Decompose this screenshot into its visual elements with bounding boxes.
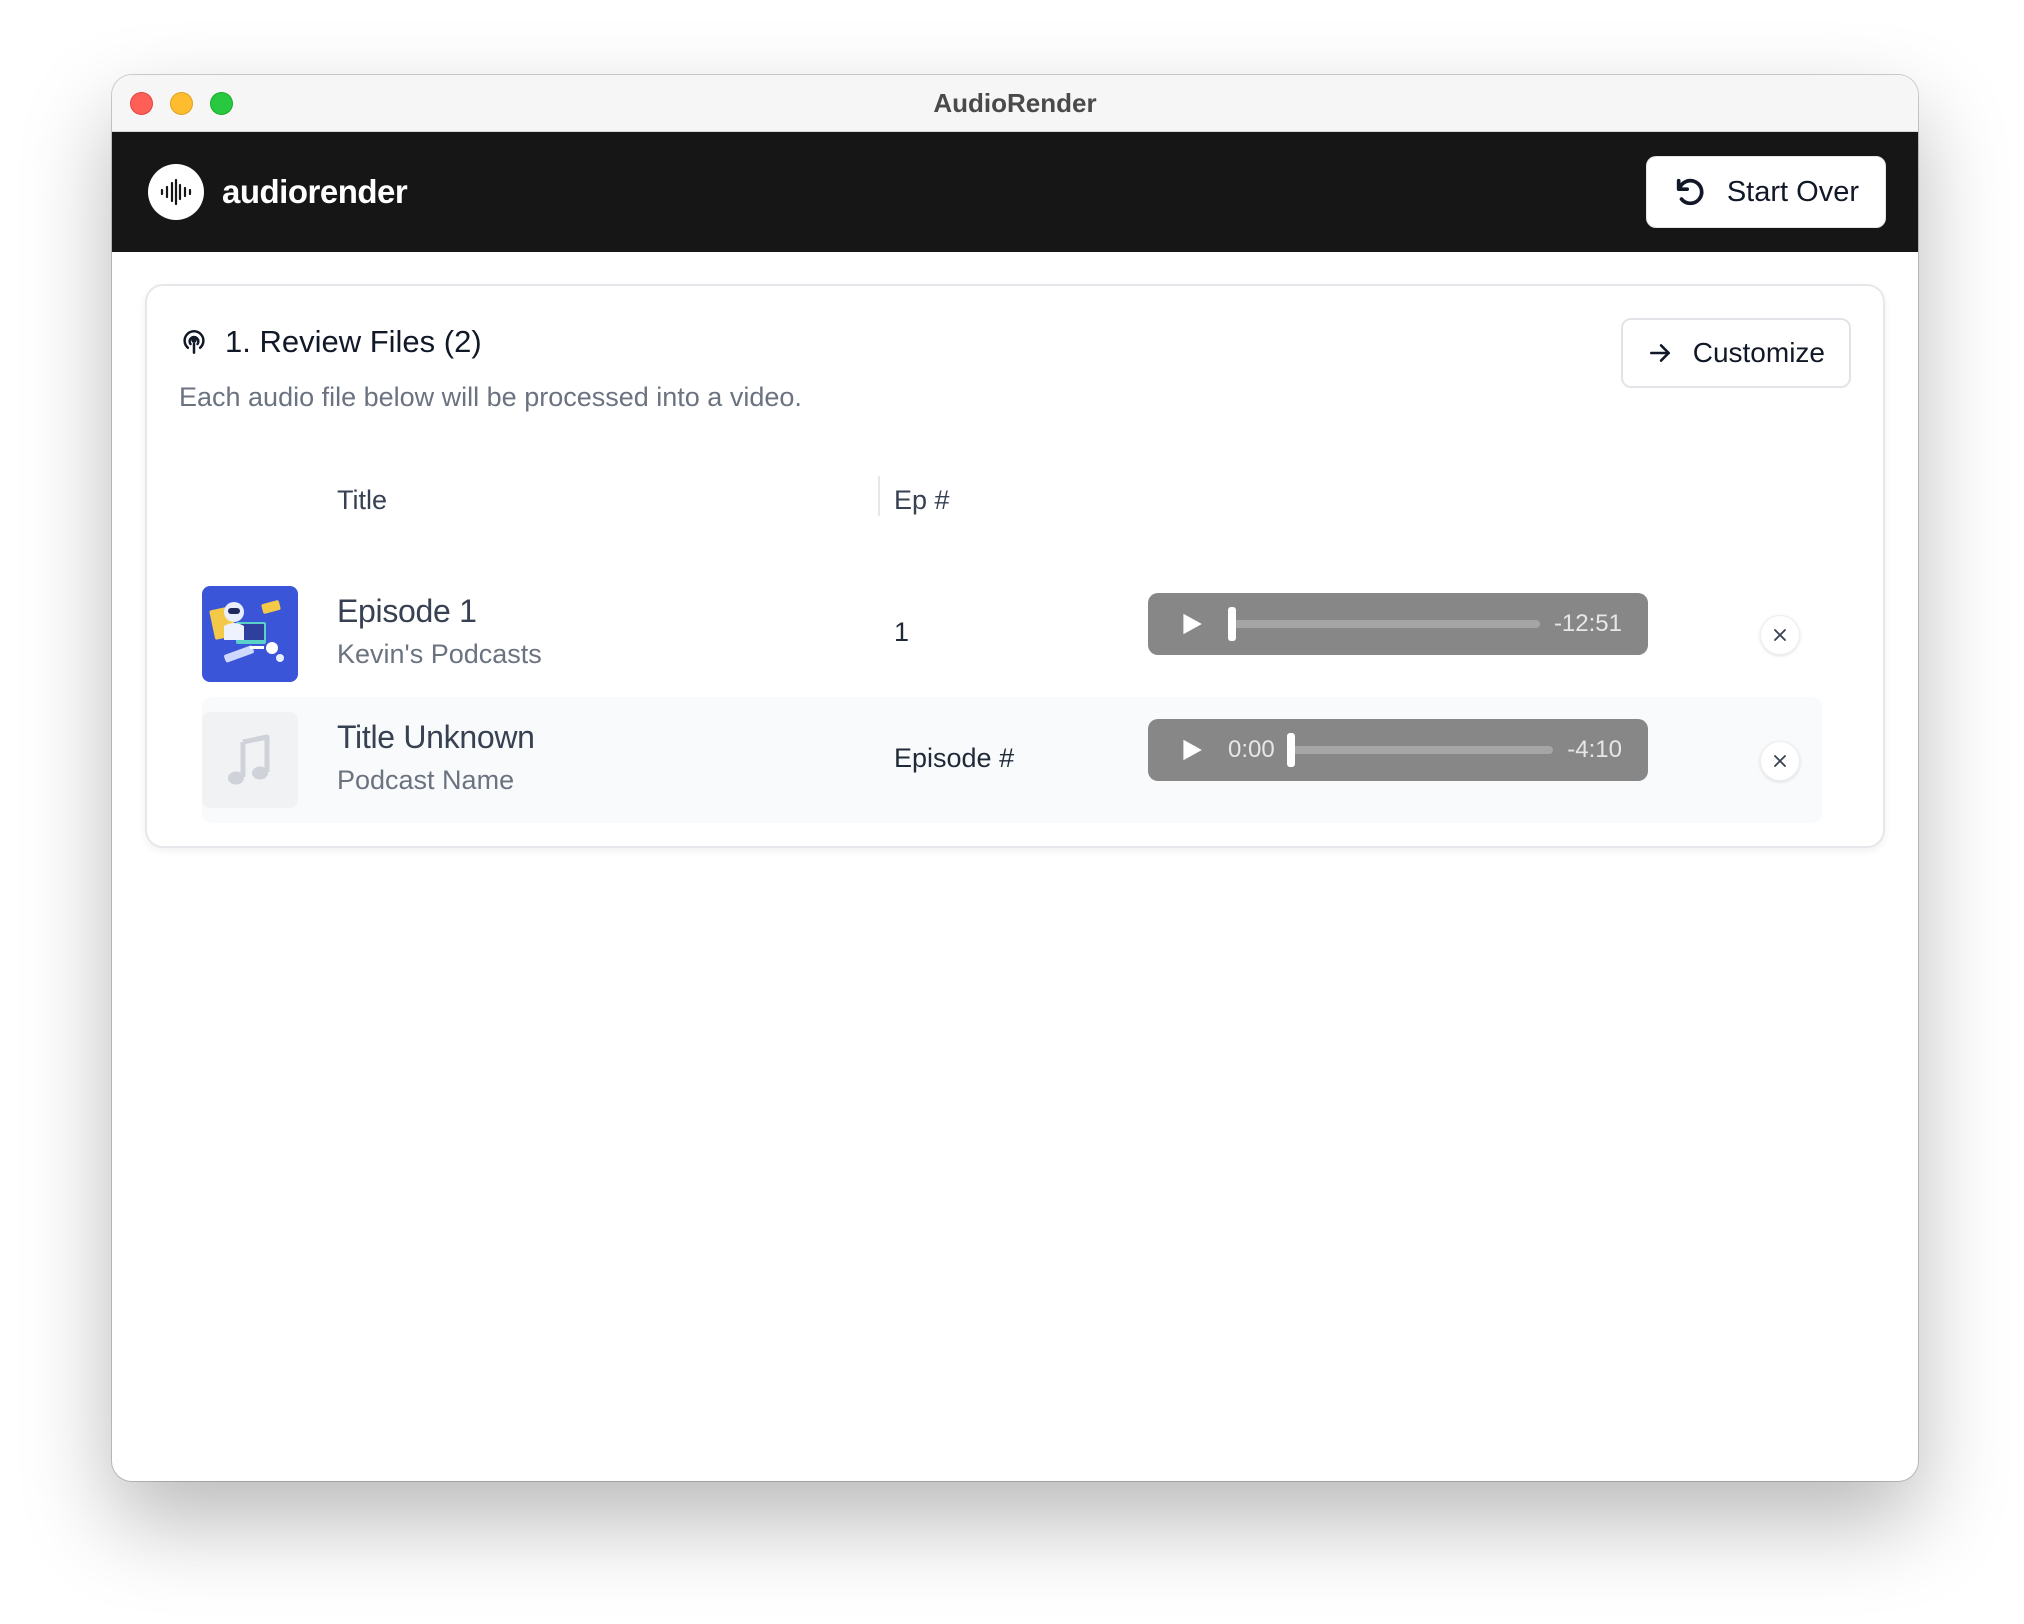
remaining-time: -4:10 xyxy=(1567,736,1622,763)
app-window: AudioRender audiorender Start Over 1. Re… xyxy=(112,75,1918,1481)
audio-seek-bar[interactable] xyxy=(1286,733,1554,767)
audio-player: -12:51 xyxy=(1148,593,1648,655)
audio-seek-bar[interactable] xyxy=(1228,607,1540,641)
customize-label: Customize xyxy=(1692,337,1825,368)
brand: audiorender xyxy=(148,164,408,220)
podcast-name[interactable]: Kevin's Podcasts xyxy=(337,639,542,670)
close-icon xyxy=(1772,627,1788,643)
podcast-name[interactable]: Podcast Name xyxy=(337,765,514,796)
play-icon[interactable] xyxy=(1178,611,1204,637)
episode-number[interactable]: 1 xyxy=(894,617,909,648)
table-row: Title Unknown Podcast Name Episode # 0:0… xyxy=(202,697,1822,823)
table-row: Episode 1 Kevin's Podcasts 1 -12:51 xyxy=(202,571,1822,697)
seek-handle[interactable] xyxy=(1286,733,1295,767)
files-table: Title Ep # Episode 1 Kevin's Podcasts 1 … xyxy=(202,471,1822,823)
episode-title[interactable]: Episode 1 xyxy=(337,593,477,630)
review-files-card: 1. Review Files (2) Each audio file belo… xyxy=(145,284,1885,848)
play-icon[interactable] xyxy=(1178,737,1204,763)
app-header: audiorender Start Over xyxy=(112,132,1918,252)
remove-file-button[interactable] xyxy=(1760,741,1800,781)
episode-artwork xyxy=(202,586,298,682)
seek-handle[interactable] xyxy=(1228,607,1236,641)
card-subtitle: Each audio file below will be processed … xyxy=(179,382,802,412)
podcast-icon xyxy=(179,327,209,357)
customize-button[interactable]: Customize xyxy=(1620,318,1851,388)
card-header: 1. Review Files (2) xyxy=(179,324,1851,360)
column-header-ep: Ep # xyxy=(894,485,950,515)
remaining-time: -12:51 xyxy=(1553,610,1622,637)
remove-file-button[interactable] xyxy=(1760,615,1800,655)
table-header: Title Ep # xyxy=(202,471,1822,531)
window-controls xyxy=(130,92,233,115)
audio-player: 0:00 -4:10 xyxy=(1148,719,1648,781)
column-divider xyxy=(878,476,880,516)
main-content: 1. Review Files (2) Each audio file belo… xyxy=(112,252,1918,880)
column-header-title: Title xyxy=(337,485,388,515)
card-title: 1. Review Files (2) xyxy=(225,324,482,359)
minimize-window-button[interactable] xyxy=(170,92,193,115)
close-icon xyxy=(1772,753,1788,769)
episode-number[interactable]: Episode # xyxy=(894,743,1014,774)
window-title: AudioRender xyxy=(933,87,1097,118)
brand-name: audiorender xyxy=(222,173,408,210)
current-time: 0:00 xyxy=(1228,736,1275,763)
arrow-right-icon xyxy=(1647,340,1673,366)
close-window-button[interactable] xyxy=(130,92,153,115)
title-bar: AudioRender xyxy=(112,75,1918,132)
start-over-label: Start Over xyxy=(1726,175,1859,208)
start-over-button[interactable]: Start Over xyxy=(1645,156,1886,228)
waveform-icon xyxy=(148,164,204,220)
undo-icon xyxy=(1673,175,1707,209)
episode-artwork-placeholder xyxy=(202,712,298,808)
music-note-icon xyxy=(226,734,274,786)
episode-title[interactable]: Title Unknown xyxy=(337,719,535,756)
maximize-window-button[interactable] xyxy=(210,92,233,115)
